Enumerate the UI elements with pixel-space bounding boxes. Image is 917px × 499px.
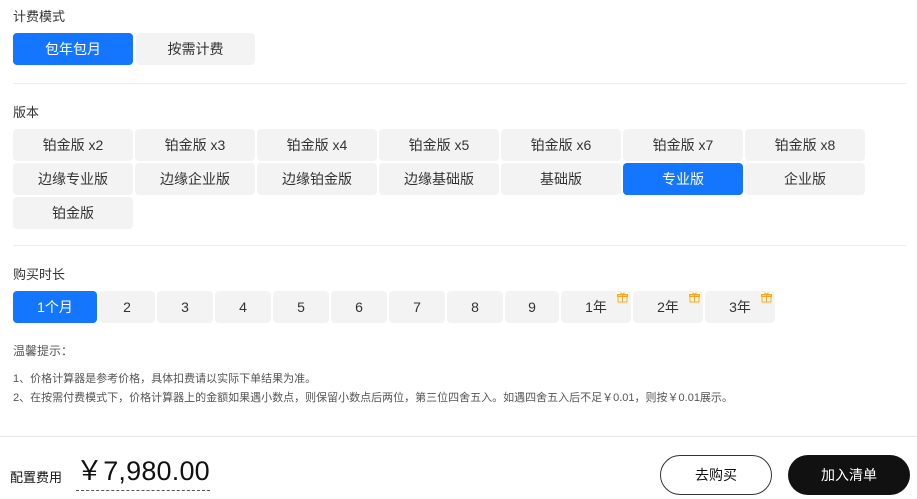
edition-option-platinum-x2[interactable]: 铂金版 x2 bbox=[13, 129, 133, 161]
billing-option-yearly-monthly[interactable]: 包年包月 bbox=[13, 33, 133, 65]
duration-option-3-months[interactable]: 3 bbox=[157, 291, 213, 323]
edition-option-platinum-x8[interactable]: 铂金版 x8 bbox=[745, 129, 865, 161]
gift-icon bbox=[616, 292, 629, 303]
edition-option-platinum-x6[interactable]: 铂金版 x6 bbox=[501, 129, 621, 161]
edition-option-edge-platinum[interactable]: 边缘铂金版 bbox=[257, 163, 377, 195]
edition-option-edge-professional[interactable]: 边缘专业版 bbox=[13, 163, 133, 195]
duration-label: 购买时长 bbox=[13, 267, 66, 282]
billing-option-on-demand[interactable]: 按需计费 bbox=[136, 33, 255, 65]
duration-option-label: 3年 bbox=[729, 299, 751, 315]
edition-option-edge-basic[interactable]: 边缘基础版 bbox=[379, 163, 499, 195]
note-item: 1、价格计算器是参考价格，具体扣费请以实际下单结果为准。 bbox=[13, 373, 317, 385]
duration-option-8-months[interactable]: 8 bbox=[447, 291, 503, 323]
duration-option-7-months[interactable]: 7 bbox=[389, 291, 445, 323]
edition-option-professional[interactable]: 专业版 bbox=[623, 163, 743, 195]
edition-option-edge-enterprise[interactable]: 边缘企业版 bbox=[135, 163, 255, 195]
duration-option-1-year[interactable]: 1年 bbox=[561, 291, 631, 323]
duration-option-2-months[interactable]: 2 bbox=[99, 291, 155, 323]
edition-option-platinum-x4[interactable]: 铂金版 x4 bbox=[257, 129, 377, 161]
duration-option-4-months[interactable]: 4 bbox=[215, 291, 271, 323]
gift-icon bbox=[760, 292, 773, 303]
config-fee-price[interactable]: ￥7,980.00 bbox=[76, 455, 210, 491]
note-item: 2、在按需付费模式下，价格计算器上的金额如果遇小数点，则保留小数点后两位，第三位… bbox=[13, 392, 733, 404]
duration-option-6-months[interactable]: 6 bbox=[331, 291, 387, 323]
edition-option-basic[interactable]: 基础版 bbox=[501, 163, 621, 195]
duration-option-label: 1年 bbox=[585, 299, 607, 315]
footer-divider bbox=[0, 436, 917, 437]
divider bbox=[13, 245, 906, 246]
gift-icon bbox=[688, 292, 701, 303]
edition-option-platinum-x5[interactable]: 铂金版 x5 bbox=[379, 129, 499, 161]
edition-option-platinum[interactable]: 铂金版 bbox=[13, 197, 133, 229]
config-fee-label: 配置费用 bbox=[10, 470, 63, 485]
billing-mode-label: 计费模式 bbox=[13, 9, 66, 24]
edition-option-enterprise[interactable]: 企业版 bbox=[745, 163, 865, 195]
duration-option-label: 2年 bbox=[657, 299, 679, 315]
edition-option-platinum-x3[interactable]: 铂金版 x3 bbox=[135, 129, 255, 161]
duration-option-1-month[interactable]: 1个月 bbox=[13, 291, 97, 323]
duration-option-5-months[interactable]: 5 bbox=[273, 291, 329, 323]
divider bbox=[13, 83, 906, 84]
edition-label: 版本 bbox=[13, 105, 40, 120]
add-to-list-button[interactable]: 加入清单 bbox=[788, 455, 910, 495]
duration-option-9-months[interactable]: 9 bbox=[505, 291, 559, 323]
duration-option-3-years[interactable]: 3年 bbox=[705, 291, 775, 323]
notes-title: 温馨提示： bbox=[13, 344, 74, 358]
duration-option-2-years[interactable]: 2年 bbox=[633, 291, 703, 323]
buy-now-button[interactable]: 去购买 bbox=[660, 455, 772, 495]
edition-option-platinum-x7[interactable]: 铂金版 x7 bbox=[623, 129, 743, 161]
